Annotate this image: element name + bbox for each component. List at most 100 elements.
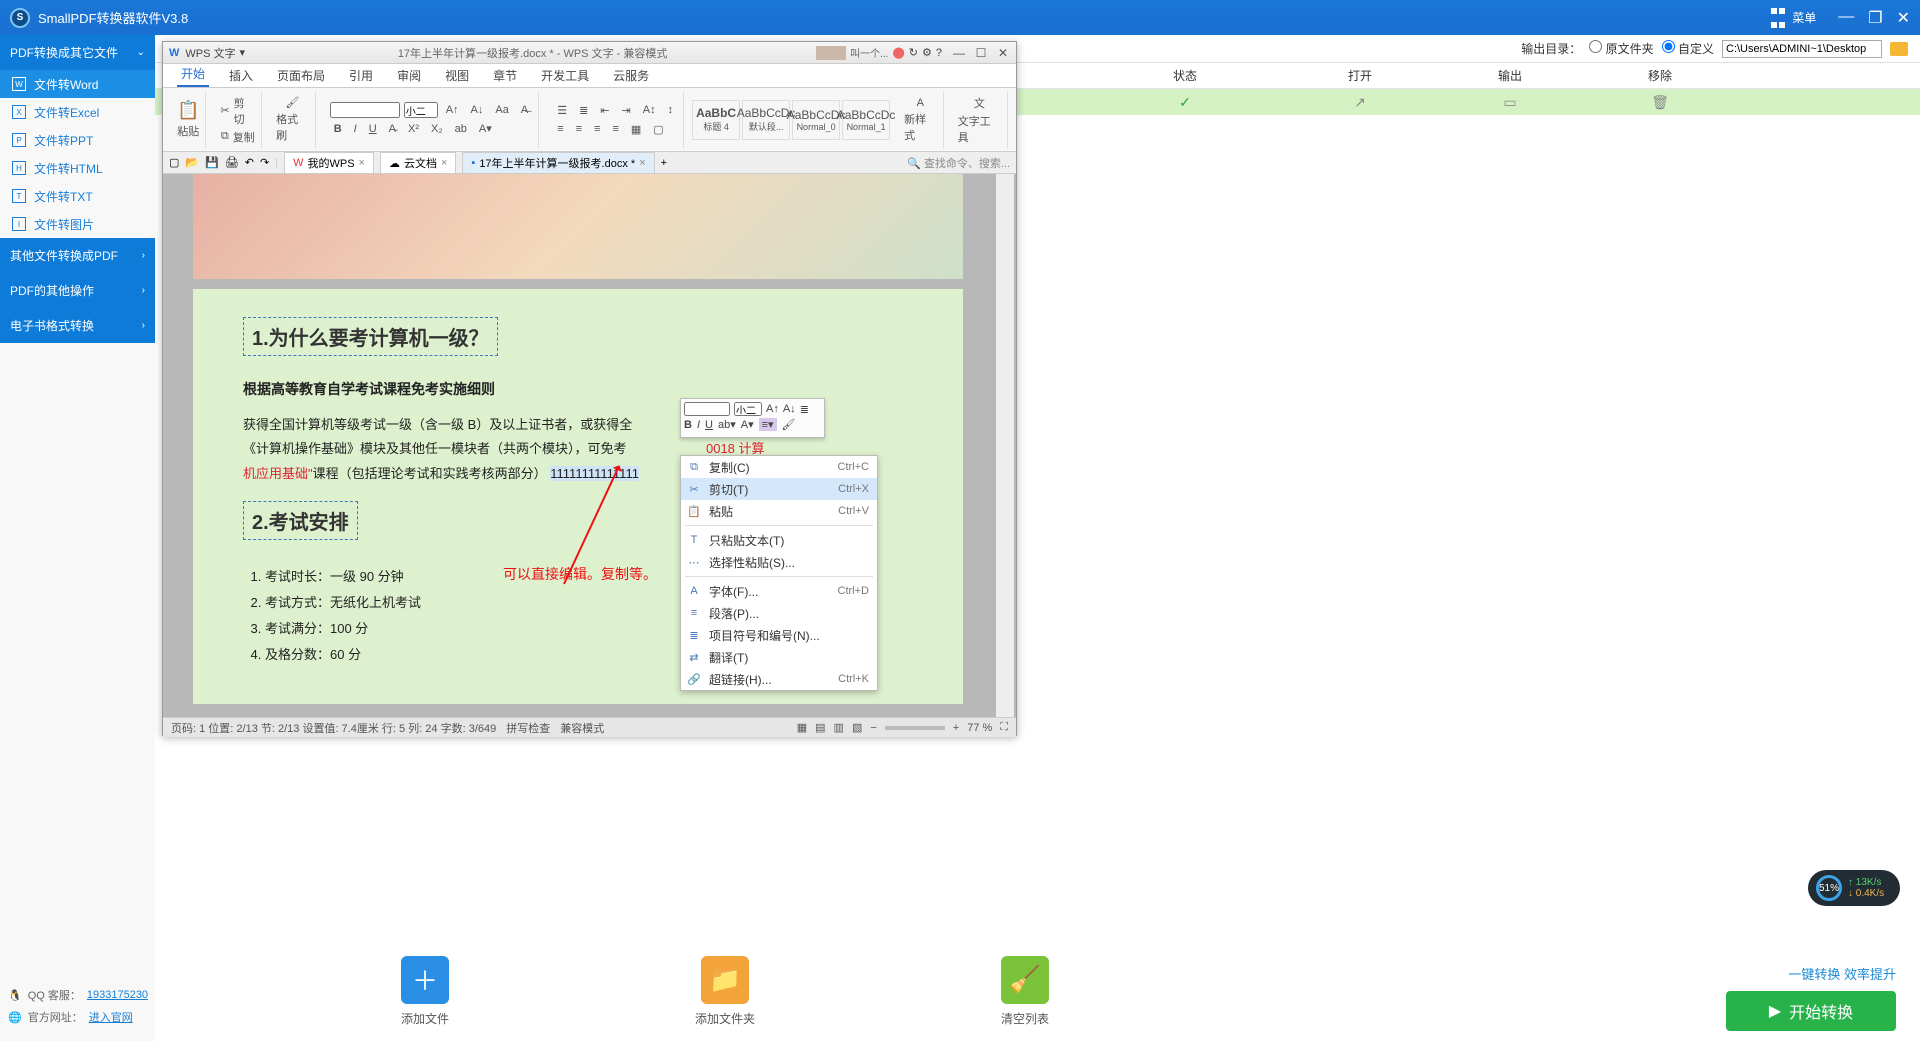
search-hint[interactable]: 🔍 查找命令、搜索... <box>907 155 1010 171</box>
menu-item[interactable]: ⋯选择性粘贴(S)... <box>681 551 877 573</box>
line-spacing-icon[interactable]: ↕ <box>664 102 678 118</box>
doctab-cloud[interactable]: ☁云文档× <box>380 152 456 173</box>
open-icon[interactable]: 📂 <box>185 156 199 169</box>
start-convert-button[interactable]: ▶ 开始转换 <box>1726 991 1896 1031</box>
clear-list-button[interactable]: 🧹 清空列表 <box>875 956 1175 1027</box>
strike-icon[interactable]: A̵ <box>385 121 400 137</box>
wps-page-area[interactable]: 1.为什么要考计算机一级？ 根据高等教育自学考试课程免考实施细则 获得全国计算机… <box>163 174 1016 717</box>
radio-custom[interactable]: 自定义 <box>1662 40 1714 57</box>
tab-insert[interactable]: 插入 <box>225 64 257 87</box>
view-read-icon[interactable]: ▤ <box>815 721 825 734</box>
align-left-icon[interactable]: ≡ <box>553 121 567 137</box>
add-tab-icon[interactable]: + <box>661 157 667 169</box>
underline-icon[interactable]: U <box>705 419 713 431</box>
folder-icon[interactable] <box>1890 42 1908 56</box>
font-family-input[interactable] <box>330 102 400 118</box>
sidebar-item-txt[interactable]: T文件转TXT <box>0 182 155 210</box>
copy-icon[interactable]: ⧉ <box>221 130 229 143</box>
menu-item[interactable]: ≣项目符号和编号(N)... <box>681 624 877 646</box>
highlight-icon[interactable]: ab▾ <box>718 418 736 431</box>
sidebar-item-excel[interactable]: X文件转Excel <box>0 98 155 126</box>
sidebar-item-image[interactable]: I文件转图片 <box>0 210 155 238</box>
align-center-icon[interactable]: ≡ <box>572 121 586 137</box>
mini-size-input[interactable] <box>734 402 762 416</box>
zoom-out-icon[interactable]: − <box>870 722 876 734</box>
undo-icon[interactable]: ↶ <box>245 156 254 169</box>
close-icon[interactable]: ✕ <box>1897 8 1910 28</box>
minimize-icon[interactable]: — <box>1838 8 1854 28</box>
tab-review[interactable]: 审阅 <box>393 64 425 87</box>
grow-font-icon[interactable]: A↑ <box>766 403 779 415</box>
ribbon-format-painter[interactable]: 🖌 格式刷 <box>270 92 316 148</box>
sidebar-cat-ebook[interactable]: 电子书格式转换› <box>0 308 155 343</box>
minimize-icon[interactable]: — <box>950 46 968 60</box>
close-tab-icon[interactable]: × <box>359 157 365 169</box>
zoom-in-icon[interactable]: + <box>953 722 959 734</box>
font-color-icon[interactable]: A▾ <box>475 120 496 137</box>
save-icon[interactable]: 💾 <box>205 156 219 169</box>
border-icon[interactable]: ▢ <box>649 121 667 138</box>
highlight-icon[interactable]: ab <box>451 121 471 137</box>
style-preset[interactable]: AaBbCcDcNormal_0 <box>792 100 840 140</box>
align-right-icon[interactable]: ≡ <box>590 121 604 137</box>
font-color-icon[interactable]: A▾ <box>741 418 754 431</box>
add-folder-button[interactable]: 📁 添加文件夹 <box>575 956 875 1027</box>
change-case-icon[interactable]: Aa <box>491 102 512 118</box>
gear-icon[interactable]: ⚙ <box>922 46 932 59</box>
fullscreen-icon[interactable]: ⛶ <box>1000 721 1008 734</box>
bullets-icon[interactable]: ≣ <box>800 403 809 416</box>
view-outline-icon[interactable]: ▧ <box>852 721 862 734</box>
indent-inc-icon[interactable]: ⇥ <box>618 102 635 119</box>
net-speed-widget[interactable]: 51% ↑ 13K/s ↓ 0.4K/s <box>1808 870 1900 906</box>
open-icon[interactable]: ↗ <box>1354 94 1366 111</box>
menu-item[interactable]: ⧉复制(C)Ctrl+C <box>681 456 877 478</box>
doctab-mywps[interactable]: W我的WPS× <box>284 152 374 173</box>
close-icon[interactable]: ✕ <box>994 46 1012 60</box>
sort-icon[interactable]: A↕ <box>639 102 660 118</box>
sidebar-item-word[interactable]: W文件转Word <box>0 70 155 98</box>
italic-icon[interactable]: I <box>350 121 361 137</box>
new-doc-icon[interactable]: ▢ <box>169 156 179 169</box>
menu-item[interactable]: ⇄翻译(T) <box>681 646 877 668</box>
sidebar-cat-pdf-other-ops[interactable]: PDF的其他操作› <box>0 273 155 308</box>
tab-section[interactable]: 章节 <box>489 64 521 87</box>
grow-font-icon[interactable]: A↑ <box>442 102 463 118</box>
zoom-slider[interactable] <box>885 726 945 730</box>
paste-icon[interactable]: 📋 <box>177 100 199 121</box>
bold-icon[interactable]: B <box>684 419 692 431</box>
help-icon[interactable]: ? <box>936 47 942 59</box>
shrink-font-icon[interactable]: A↓ <box>467 102 488 118</box>
scissors-icon[interactable]: ✂ <box>220 104 229 117</box>
shrink-font-icon[interactable]: A↓ <box>783 403 796 415</box>
menu-item[interactable]: T只粘贴文本(T) <box>681 529 877 551</box>
font-size-input[interactable] <box>404 102 438 118</box>
tab-devtools[interactable]: 开发工具 <box>537 64 593 87</box>
format-painter-icon[interactable]: 🖌 <box>782 418 796 431</box>
trash-icon[interactable]: 🗑 <box>1651 94 1669 111</box>
output-icon[interactable]: ▭ <box>1503 94 1516 111</box>
style-preset[interactable]: AaBbCcDcNormal_1 <box>842 100 890 140</box>
output-path-input[interactable] <box>1722 40 1882 58</box>
bullets-icon[interactable]: ☰ <box>553 102 571 119</box>
refresh-icon[interactable]: ↻ <box>909 46 918 59</box>
style-preset[interactable]: AaBbCcDc默认段... <box>742 100 790 140</box>
status-spell[interactable]: 拼写检查 <box>506 720 550 736</box>
view-web-icon[interactable]: ▥ <box>834 721 844 734</box>
qq-link[interactable]: 1933175230 <box>87 989 148 1001</box>
print-icon[interactable]: 🖨 <box>225 156 239 169</box>
doctab-current[interactable]: ▪17年上半年计算一级报考.docx *× <box>462 152 654 173</box>
style-preset[interactable]: AaBbC标题 4 <box>692 100 740 140</box>
tab-view[interactable]: 视图 <box>441 64 473 87</box>
redo-icon[interactable]: ↷ <box>260 156 269 169</box>
radio-source-folder[interactable]: 原文件夹 <box>1589 40 1653 57</box>
menu-item[interactable]: A字体(F)...Ctrl+D <box>681 580 877 602</box>
superscript-icon[interactable]: X² <box>404 121 423 137</box>
dropdown-icon[interactable]: ▾ <box>240 46 246 59</box>
menu-item[interactable]: ✂剪切(T)Ctrl+X <box>681 478 877 500</box>
sidebar-cat-other-to-pdf[interactable]: 其他文件转换成PDF› <box>0 238 155 273</box>
sidebar-cat-pdf-to-other[interactable]: PDF转换成其它文件 ⌄ <box>0 35 155 70</box>
tab-start[interactable]: 开始 <box>177 62 209 87</box>
close-tab-icon[interactable]: × <box>441 157 447 169</box>
maximize-icon[interactable]: ☐ <box>972 46 990 60</box>
add-file-button[interactable]: ＋ 添加文件 <box>275 956 575 1027</box>
